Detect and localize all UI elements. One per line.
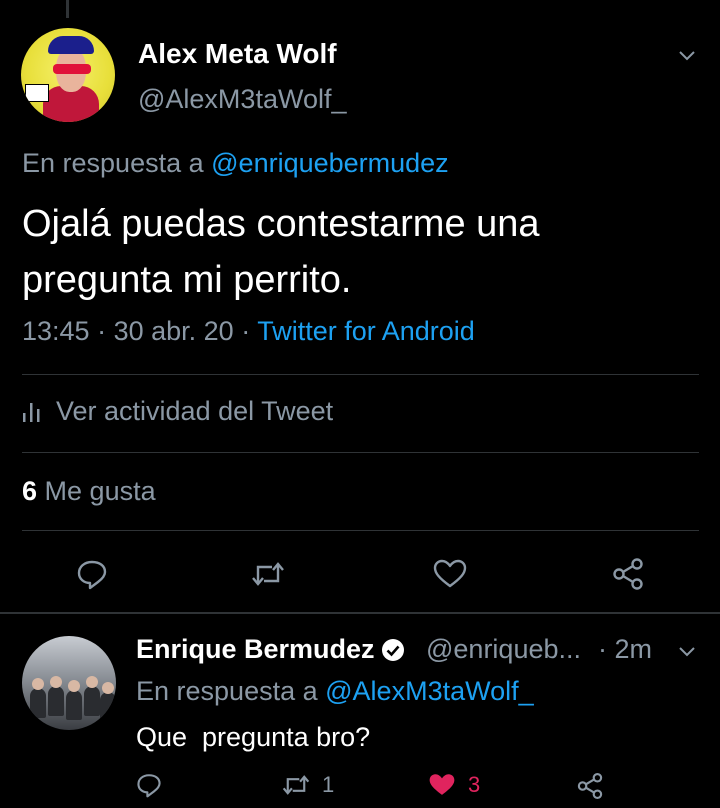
user-handle[interactable]: @enriqueb...: [426, 634, 581, 665]
avatar-figure: [68, 680, 80, 692]
reply-prefix: En respuesta a: [136, 676, 318, 706]
avatar-figure: [32, 678, 44, 690]
likes-label: Me gusta: [44, 476, 156, 506]
avatar-sign: [25, 84, 49, 102]
activity-icon: [23, 402, 40, 422]
avatar-figure: [66, 690, 82, 720]
reply-button[interactable]: [136, 772, 162, 798]
avatar-figure: [48, 686, 64, 716]
reply-prefix: En respuesta a: [22, 148, 204, 178]
reply-context: En respuesta a @enriquebermudez: [22, 148, 449, 179]
retweet-icon: [252, 562, 284, 586]
avatar-figure: [84, 686, 100, 716]
like-count: 3: [468, 772, 481, 797]
share-button[interactable]: [576, 772, 604, 800]
reply-tweet[interactable]: Enrique Bermudez @enriqueb... · 2m En re…: [0, 614, 720, 808]
tweet-time[interactable]: · 2m: [598, 634, 652, 665]
avatar-figure: [86, 676, 98, 688]
action-bar: 1 3: [0, 766, 720, 808]
likes-count: 6: [22, 476, 38, 506]
like-icon: [433, 559, 467, 588]
action-bar: [0, 546, 720, 602]
verified-badge-icon: [381, 638, 404, 661]
share-icon: [577, 772, 603, 800]
reply-mention-link[interactable]: @enriquebermudez: [211, 148, 449, 178]
tweet-text: Ojalá puedas contestarme una pregunta mi…: [22, 203, 540, 301]
avatar-figure: [100, 692, 116, 722]
reply-mention-link[interactable]: @AlexM3taWolf_: [325, 676, 534, 706]
display-name[interactable]: Alex Meta Wolf: [138, 38, 337, 70]
avatar-glasses: [53, 64, 91, 74]
tweet-date: 30 abr. 20: [113, 316, 234, 346]
reply-icon: [77, 560, 107, 590]
retweet-button[interactable]: 1: [282, 772, 334, 798]
retweet-count: 1: [322, 772, 335, 797]
retweet-icon: [282, 775, 310, 795]
tweet-source-link[interactable]: Twitter for Android: [257, 316, 475, 346]
share-button[interactable]: [608, 554, 648, 594]
divider: [22, 452, 699, 453]
avatar-figure: [30, 688, 46, 718]
avatar[interactable]: [21, 28, 115, 122]
reply-icon: [137, 774, 161, 798]
avatar[interactable]: [22, 636, 116, 730]
likes-stat[interactable]: 6 Me gusta: [22, 476, 156, 507]
like-button[interactable]: [430, 554, 470, 594]
main-tweet: Alex Meta Wolf @AlexM3taWolf_ En respues…: [0, 0, 720, 612]
meta-separator: ·: [233, 316, 258, 346]
activity-label: Ver actividad del Tweet: [56, 396, 334, 426]
display-name-text: Enrique Bermudez: [136, 634, 375, 664]
retweet-button[interactable]: [248, 554, 288, 594]
reply-context: En respuesta a @AlexM3taWolf_: [136, 676, 534, 707]
avatar-figure: [50, 676, 62, 688]
avatar-cap: [48, 36, 94, 54]
display-name[interactable]: Enrique Bermudez: [136, 634, 405, 665]
chevron-down-icon[interactable]: [678, 46, 696, 64]
like-button[interactable]: 3: [428, 772, 480, 798]
like-filled-icon: [429, 774, 455, 795]
tweet-time: 13:45: [22, 316, 90, 346]
user-handle[interactable]: @AlexM3taWolf_: [138, 84, 347, 115]
tweet-activity-link[interactable]: Ver actividad del Tweet: [22, 396, 333, 427]
reply-button[interactable]: [72, 554, 112, 594]
meta-separator: ·: [89, 316, 114, 346]
tweet-meta: 13:45 · 30 abr. 20 · Twitter for Android: [22, 316, 475, 347]
share-icon: [613, 558, 643, 590]
avatar-figure: [102, 682, 114, 694]
tweet-text: Que pregunta bro?: [136, 722, 371, 752]
divider: [22, 530, 699, 531]
divider: [22, 374, 699, 375]
chevron-down-icon[interactable]: [678, 642, 696, 660]
